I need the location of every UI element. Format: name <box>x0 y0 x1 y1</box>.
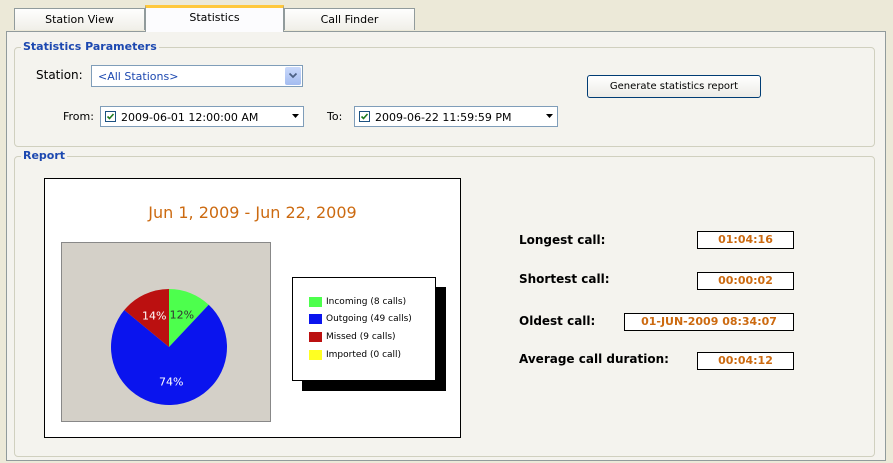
legend-item: Incoming (8 calls) <box>309 296 406 309</box>
legend-label: Incoming (8 calls) <box>326 297 407 307</box>
check-icon <box>106 113 115 120</box>
legend-item: Missed (9 calls) <box>309 331 396 344</box>
tab-label: Station View <box>45 13 114 26</box>
chart-title: Jun 1, 2009 - Jun 22, 2009 <box>148 203 357 222</box>
pie-slice-label: 14% <box>142 310 166 323</box>
shortest-call-label: Shortest call: <box>519 272 610 286</box>
legend-item: Imported (0 call) <box>309 349 401 362</box>
legend-swatch <box>309 313 322 324</box>
average-call-duration-label: Average call duration: <box>519 352 669 366</box>
to-date-value: 2009-06-22 11:59:59 PM <box>375 111 512 124</box>
dropdown-arrow-icon[interactable] <box>292 114 299 118</box>
tab-station-view[interactable]: Station View <box>14 8 145 30</box>
oldest-call-value: 01-JUN-2009 08:34:07 <box>624 313 794 331</box>
from-label: From: <box>63 110 94 123</box>
station-label: Station: <box>36 68 83 82</box>
to-date-checkbox[interactable] <box>359 111 370 122</box>
pie-slice-label: 12% <box>170 309 194 322</box>
legend-label: Outgoing (49 calls) <box>326 314 412 324</box>
chart-legend: Incoming (8 calls) Outgoing (49 calls) M… <box>292 277 446 391</box>
legend-item: Outgoing (49 calls) <box>309 313 412 326</box>
legend-box: Incoming (8 calls) Outgoing (49 calls) M… <box>292 277 436 381</box>
group-title: Report <box>21 149 68 162</box>
dropdown-button[interactable] <box>285 67 301 85</box>
from-date-value: 2009-06-01 12:00:00 AM <box>121 111 259 124</box>
longest-call-label: Longest call: <box>519 233 606 247</box>
longest-call-value: 01:04:16 <box>697 231 794 249</box>
chevron-down-icon <box>289 72 297 79</box>
tab-label: Call Finder <box>320 13 379 26</box>
pie-slice-label: 74% <box>159 376 183 389</box>
to-date-picker[interactable]: 2009-06-22 11:59:59 PM <box>354 106 558 127</box>
check-icon <box>360 113 369 120</box>
tab-label: Statistics <box>189 11 240 24</box>
pie-plot-area: 12% 74% 14% <box>61 242 271 422</box>
legend-swatch <box>309 296 322 307</box>
legend-swatch <box>309 331 322 342</box>
tab-call-finder[interactable]: Call Finder <box>284 8 415 30</box>
from-date-picker[interactable]: 2009-06-01 12:00:00 AM <box>100 106 304 127</box>
legend-swatch <box>309 349 322 360</box>
generate-report-button[interactable]: Generate statistics report <box>587 75 761 98</box>
shortest-call-value: 00:00:02 <box>697 272 794 290</box>
oldest-call-label: Oldest call: <box>519 314 596 328</box>
chart-panel: Jun 1, 2009 - Jun 22, 2009 12% 74% 14% Inc… <box>44 178 461 438</box>
dropdown-arrow-icon[interactable] <box>546 114 553 118</box>
tab-statistics[interactable]: Statistics <box>145 5 284 32</box>
group-title: Statistics Parameters <box>21 40 159 53</box>
average-call-duration-value: 00:04:12 <box>697 352 794 370</box>
from-date-checkbox[interactable] <box>105 111 116 122</box>
to-label: To: <box>327 110 343 123</box>
legend-label: Missed (9 calls) <box>326 332 396 342</box>
pie-chart: 12% 74% 14% <box>111 289 228 405</box>
station-select-value: <All Stations> <box>98 70 179 83</box>
station-select[interactable]: <All Stations> <box>91 65 303 87</box>
legend-label: Imported (0 call) <box>326 350 402 360</box>
